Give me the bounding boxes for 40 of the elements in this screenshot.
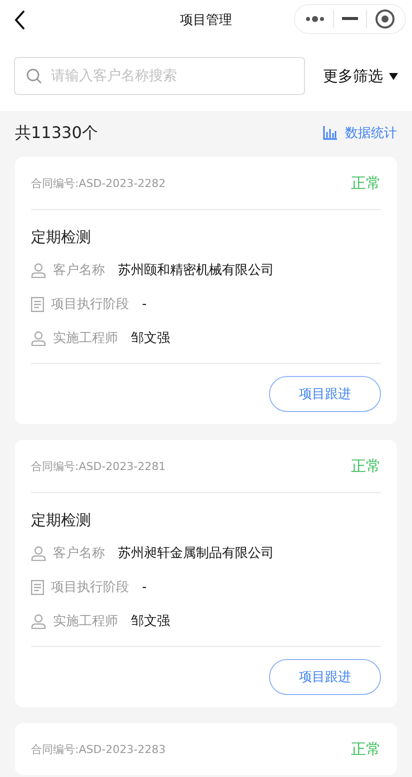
filter-dropdown[interactable]: 更多筛选: [323, 66, 398, 86]
statistics-link[interactable]: 数据统计: [323, 124, 397, 142]
total-count: 共11330个: [15, 122, 98, 144]
field-value: -: [142, 580, 147, 594]
status-label: 正常: [351, 456, 381, 476]
field-value: 苏州昶轩金属制品有限公司: [118, 545, 274, 562]
field-value: 苏州颐和精密机械有限公司: [118, 262, 274, 279]
field-label: 客户名称: [53, 262, 105, 279]
field-label: 客户名称: [53, 545, 105, 562]
person-icon: [31, 262, 46, 278]
page-title: 项目管理: [179, 12, 233, 29]
person-icon: [31, 330, 46, 346]
field-label: 项目执行阶段: [51, 296, 129, 313]
follow-up-button[interactable]: 项目跟进: [269, 376, 381, 412]
document-icon: [31, 296, 44, 312]
person-icon: [31, 546, 46, 560]
caret-icon: [389, 72, 398, 80]
capsule-menu[interactable]: [294, 4, 406, 34]
bar-chart-icon: [323, 126, 337, 140]
back-icon[interactable]: [14, 10, 26, 30]
more-icon[interactable]: [305, 15, 325, 23]
field-value: -: [142, 296, 147, 312]
field-value: 邹文强: [131, 613, 170, 630]
minimize-icon[interactable]: [342, 17, 358, 21]
contract-number: 合同编号:ASD-2023-2281: [31, 458, 166, 474]
document-icon: [31, 580, 44, 594]
follow-up-button[interactable]: 项目跟进: [269, 659, 381, 695]
status-label: 正常: [351, 740, 381, 758]
close-icon[interactable]: [375, 9, 395, 29]
field-label: 实施工程师: [53, 330, 118, 347]
field-value: 邹文强: [131, 330, 170, 347]
contract-number: 合同编号:ASD-2023-2282: [31, 176, 166, 190]
person-icon: [31, 614, 46, 628]
search-field[interactable]: 请输入客户名称搜索: [14, 57, 305, 95]
status-label: 正常: [351, 174, 381, 192]
field-label: 项目执行阶段: [51, 579, 129, 596]
project-title: 定期检测: [31, 228, 92, 247]
field-label: 实施工程师: [53, 613, 118, 630]
contract-number: 合同编号:ASD-2023-2283: [31, 742, 166, 756]
project-title: 定期检测: [31, 511, 92, 530]
